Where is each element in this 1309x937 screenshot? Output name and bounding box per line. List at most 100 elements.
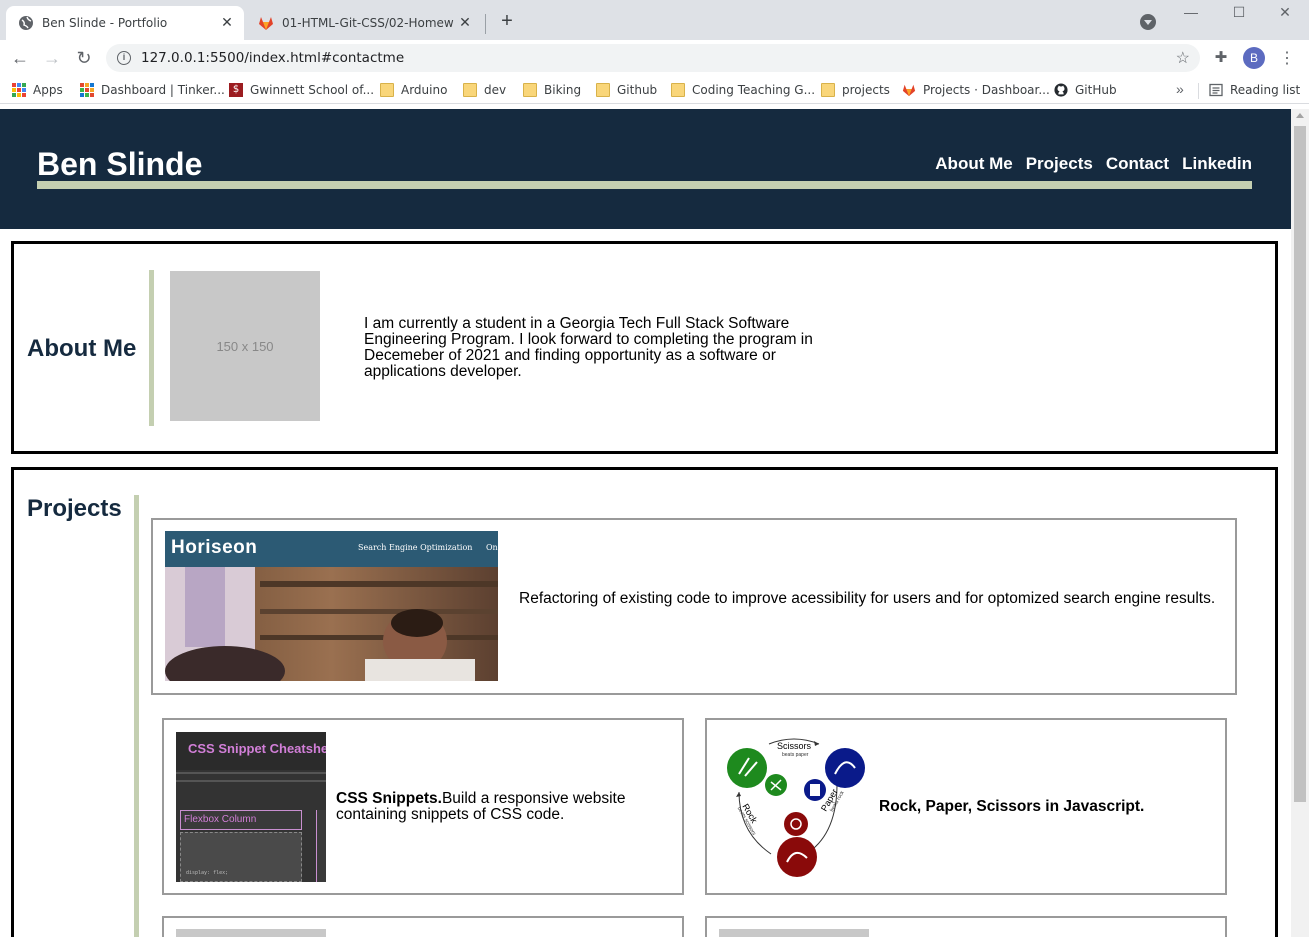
- globe-icon: [19, 16, 33, 30]
- bookmark-star-icon[interactable]: ☆: [1176, 48, 1190, 68]
- school-icon: $: [229, 83, 243, 97]
- nav-linkedin[interactable]: Linkedin: [1182, 154, 1252, 174]
- close-tab-icon[interactable]: ✕: [454, 15, 476, 31]
- css-snippets-text: CSS Snippets.Build a responsive website …: [336, 791, 656, 823]
- project-image-placeholder: [176, 929, 326, 937]
- bookmark-gwinnett[interactable]: $ Gwinnett School of...: [229, 81, 374, 99]
- bookmark-dev[interactable]: dev: [463, 81, 506, 99]
- horiseon-description: Refactoring of existing code to improve …: [519, 590, 1216, 607]
- cheatsheet-title: CSS Snippet Cheatsheet: [188, 741, 326, 756]
- extensions-icon[interactable]: ✚: [1212, 49, 1230, 67]
- tab-divider: [485, 14, 486, 34]
- site-nav: About Me Projects Contact Linkedin: [935, 154, 1252, 174]
- cheatsheet-card-label: Flexbox Column: [184, 814, 257, 825]
- css-snippets-screenshot[interactable]: CSS Snippet Cheatsheet Flexbox Column di…: [176, 732, 326, 882]
- tab-strip: Ben Slinde - Portfolio ✕ 01-HTML-Git-CSS…: [0, 0, 1309, 40]
- about-me-heading: About Me: [27, 335, 137, 362]
- rps-title: Rock, Paper, Scissors in Javascript.: [879, 798, 1145, 815]
- about-me-section: About Me 150 x 150 I am currently a stud…: [11, 241, 1278, 454]
- nav-contact[interactable]: Contact: [1106, 154, 1169, 174]
- gitlab-icon: [902, 84, 916, 97]
- profile-avatar[interactable]: B: [1243, 47, 1265, 69]
- bookmark-gitlab-projects[interactable]: Projects · Dashboar...: [902, 81, 1050, 99]
- cheatsheet-code: display: flex;: [186, 870, 229, 876]
- folder-icon: [596, 83, 610, 97]
- bookmark-tinkercad[interactable]: Dashboard | Tinker...: [80, 81, 225, 99]
- bookmark-label: Arduino: [401, 83, 448, 97]
- bookmark-biking[interactable]: Biking: [523, 81, 581, 99]
- project-card-rps[interactable]: Scissors beats paper Paper beats rock Ro…: [705, 718, 1227, 895]
- apps-grid-icon: [12, 83, 26, 97]
- project-image-placeholder: [719, 929, 869, 937]
- reading-list-label: Reading list: [1230, 83, 1301, 97]
- tinkercad-icon: [80, 83, 94, 97]
- minimize-icon[interactable]: —: [1168, 2, 1214, 22]
- bookmark-coding-teaching[interactable]: Coding Teaching G...: [671, 81, 815, 99]
- new-tab-button[interactable]: +: [496, 10, 518, 32]
- bookmark-arduino[interactable]: Arduino: [380, 81, 447, 99]
- rps-scissors-label: Scissors: [777, 741, 812, 751]
- horiseon-menu-partial: On: [486, 543, 498, 552]
- tab-search-icon[interactable]: [1140, 14, 1156, 30]
- site-title: Ben Slinde: [37, 146, 203, 182]
- tab-homework[interactable]: 01-HTML-Git-CSS/02-Homework ✕: [246, 6, 482, 40]
- bookmark-label: Dashboard | Tinker...: [101, 83, 225, 97]
- github-icon: [1054, 83, 1068, 97]
- about-me-text: I am currently a student in a Georgia Te…: [364, 315, 813, 380]
- profile-image-placeholder: 150 x 150: [170, 271, 320, 421]
- reading-list-button[interactable]: Reading list: [1209, 81, 1300, 99]
- folder-icon: [671, 83, 685, 97]
- page-viewport: Ben Slinde About Me Projects Contact Lin…: [0, 109, 1291, 937]
- menu-icon[interactable]: ⋮: [1279, 48, 1295, 68]
- bookmark-apps[interactable]: Apps: [12, 81, 63, 99]
- scrollbar-thumb[interactable]: [1294, 126, 1306, 802]
- close-window-icon[interactable]: ✕: [1262, 2, 1308, 22]
- gitlab-icon: [259, 17, 273, 30]
- page-scrollbar[interactable]: [1291, 109, 1309, 937]
- about-accent-bar: [149, 270, 154, 426]
- address-bar[interactable]: i 127.0.0.1:5500/index.html#contactme ☆: [106, 44, 1200, 72]
- rps-scissors-sub: beats paper: [782, 752, 809, 758]
- css-snippets-title: CSS Snippets.: [336, 790, 442, 807]
- maximize-icon[interactable]: ☐: [1216, 2, 1262, 22]
- tab-title: Ben Slinde - Portfolio: [42, 16, 168, 30]
- bookmark-label: Gwinnett School of...: [250, 83, 375, 97]
- reload-icon[interactable]: ↻: [74, 48, 94, 68]
- forward-icon[interactable]: →: [42, 48, 62, 68]
- bookmark-label: GitHub: [1075, 83, 1117, 97]
- project-card-partial-1[interactable]: [162, 916, 684, 937]
- site-info-icon[interactable]: i: [117, 51, 131, 65]
- project-card-partial-2[interactable]: [705, 916, 1227, 937]
- horiseon-menu: Search Engine Optimization: [358, 543, 473, 552]
- reading-list-icon: [1209, 83, 1223, 97]
- project-card-horiseon[interactable]: Horiseon Search Engine Optimization On R…: [151, 518, 1237, 695]
- projects-accent-bar: [134, 495, 139, 937]
- nav-projects[interactable]: Projects: [1026, 154, 1093, 174]
- scroll-up-icon[interactable]: [1296, 113, 1304, 118]
- bookmark-label: Github: [617, 83, 658, 97]
- horiseon-logo: Horiseon: [171, 537, 258, 558]
- project-card-css-snippets[interactable]: CSS Snippet Cheatsheet Flexbox Column di…: [162, 718, 684, 895]
- bookmark-label: projects: [842, 83, 890, 97]
- bookmark-projects-folder[interactable]: projects: [821, 81, 890, 99]
- url-text[interactable]: 127.0.0.1:5500/index.html#contactme: [141, 50, 404, 66]
- bookmarks-bar: Apps Dashboard | Tinker... $ Gwinnett Sc…: [0, 76, 1309, 104]
- more-bookmarks-icon[interactable]: »: [1176, 81, 1184, 97]
- toolbar: ← → ↻ i 127.0.0.1:5500/index.html#contac…: [0, 40, 1309, 76]
- nav-about-me[interactable]: About Me: [935, 154, 1012, 174]
- projects-section: Projects Horiseon Search Engine Optimiza…: [11, 467, 1278, 937]
- tab-title: 01-HTML-Git-CSS/02-Homework: [282, 16, 454, 30]
- bookmark-label: Coding Teaching G...: [692, 83, 816, 97]
- bookmark-github[interactable]: GitHub: [1054, 81, 1117, 99]
- bookmark-label: dev: [484, 83, 507, 97]
- bookmark-github-folder[interactable]: Github: [596, 81, 657, 99]
- bookmarks-divider: [1198, 83, 1199, 99]
- folder-icon: [463, 83, 477, 97]
- horiseon-screenshot[interactable]: Horiseon Search Engine Optimization On: [165, 531, 498, 681]
- projects-heading: Projects: [27, 495, 122, 522]
- rps-diagram[interactable]: Scissors beats paper Paper beats rock Ro…: [719, 732, 869, 882]
- back-icon[interactable]: ←: [10, 48, 30, 68]
- tab-portfolio[interactable]: Ben Slinde - Portfolio ✕: [6, 6, 244, 40]
- bookmark-label: Apps: [33, 83, 63, 97]
- close-tab-icon[interactable]: ✕: [216, 15, 238, 31]
